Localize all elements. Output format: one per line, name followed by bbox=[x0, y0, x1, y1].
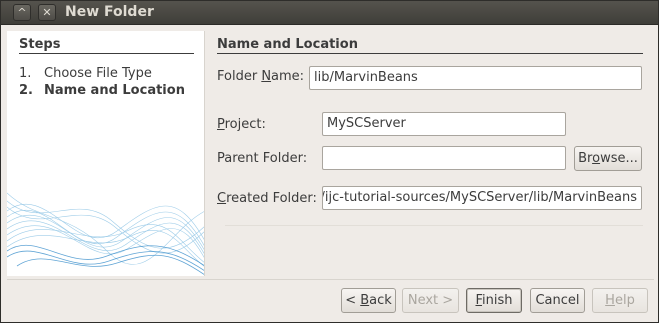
created-folder-path: s/ijc-tutorial-sources/MySCServer/lib/Ma… bbox=[322, 190, 637, 205]
step-label: Choose File Type bbox=[44, 66, 152, 81]
finish-button[interactable]: Finish bbox=[466, 288, 522, 313]
cancel-button[interactable]: Cancel bbox=[530, 288, 585, 313]
label-mnemonic: P bbox=[217, 117, 225, 132]
button-text: ack bbox=[369, 293, 392, 308]
browse-button[interactable]: Browse... bbox=[574, 146, 642, 171]
button-text: < bbox=[345, 293, 361, 308]
steps-divider bbox=[19, 53, 194, 54]
label-mnemonic: C bbox=[217, 191, 227, 206]
title-bar[interactable]: ^ ✕ New Folder bbox=[1, 1, 658, 25]
button-mnemonic: B bbox=[360, 293, 370, 308]
steps-heading: Steps bbox=[19, 37, 61, 52]
created-folder-label: Created Folder: bbox=[217, 191, 317, 206]
parent-folder-input[interactable] bbox=[322, 146, 566, 170]
folder-name-label: Folder Name: bbox=[217, 69, 304, 84]
step-choose-file-type: 1. Choose File Type bbox=[19, 66, 152, 81]
parent-folder-label: Parent Folder: bbox=[217, 151, 308, 166]
step-number: 1. bbox=[19, 66, 32, 81]
button-mnemonic: o bbox=[592, 151, 601, 166]
back-button[interactable]: < Back bbox=[341, 288, 396, 313]
panel-divider bbox=[217, 53, 643, 54]
step-name-and-location: 2. Name and Location bbox=[19, 83, 185, 98]
button-mnemonic: H bbox=[605, 293, 615, 308]
label-mnemonic: N bbox=[261, 69, 272, 84]
label-text: ame: bbox=[271, 69, 305, 84]
steps-panel: Steps 1. Choose File Type 2. Name and Loca… bbox=[7, 31, 205, 276]
new-folder-dialog: ^ ✕ New Folder Steps 1. Choose File Type … bbox=[0, 0, 659, 323]
project-label: Project: bbox=[217, 117, 266, 132]
collapse-window-icon[interactable]: ^ bbox=[13, 4, 31, 21]
decorative-waves-image bbox=[7, 192, 204, 275]
folder-name-input[interactable]: lib/MarvinBeans bbox=[309, 66, 642, 90]
section-divider bbox=[225, 225, 643, 226]
project-field[interactable]: MySCServer bbox=[322, 112, 566, 136]
name-location-panel: Name and Location Folder Name: lib/Marvi… bbox=[205, 31, 654, 276]
close-window-icon[interactable]: ✕ bbox=[38, 4, 56, 21]
button-text: inish bbox=[482, 293, 513, 308]
panel-heading: Name and Location bbox=[217, 37, 358, 52]
button-bar-divider bbox=[7, 279, 654, 280]
label-text: Folder bbox=[217, 69, 262, 84]
created-folder-field[interactable]: s/ijc-tutorial-sources/MySCServer/lib/Ma… bbox=[322, 186, 642, 210]
button-text: wse... bbox=[600, 151, 638, 166]
next-button[interactable]: Next > bbox=[402, 288, 459, 313]
button-text: Br bbox=[578, 151, 593, 166]
button-text: elp bbox=[614, 293, 635, 308]
label-text: reated Folder: bbox=[226, 191, 317, 206]
step-number: 2. bbox=[19, 83, 33, 98]
step-label: Name and Location bbox=[44, 83, 185, 98]
label-text: roject: bbox=[224, 117, 266, 132]
window-title: New Folder bbox=[65, 4, 154, 20]
help-button[interactable]: Help bbox=[592, 288, 648, 313]
